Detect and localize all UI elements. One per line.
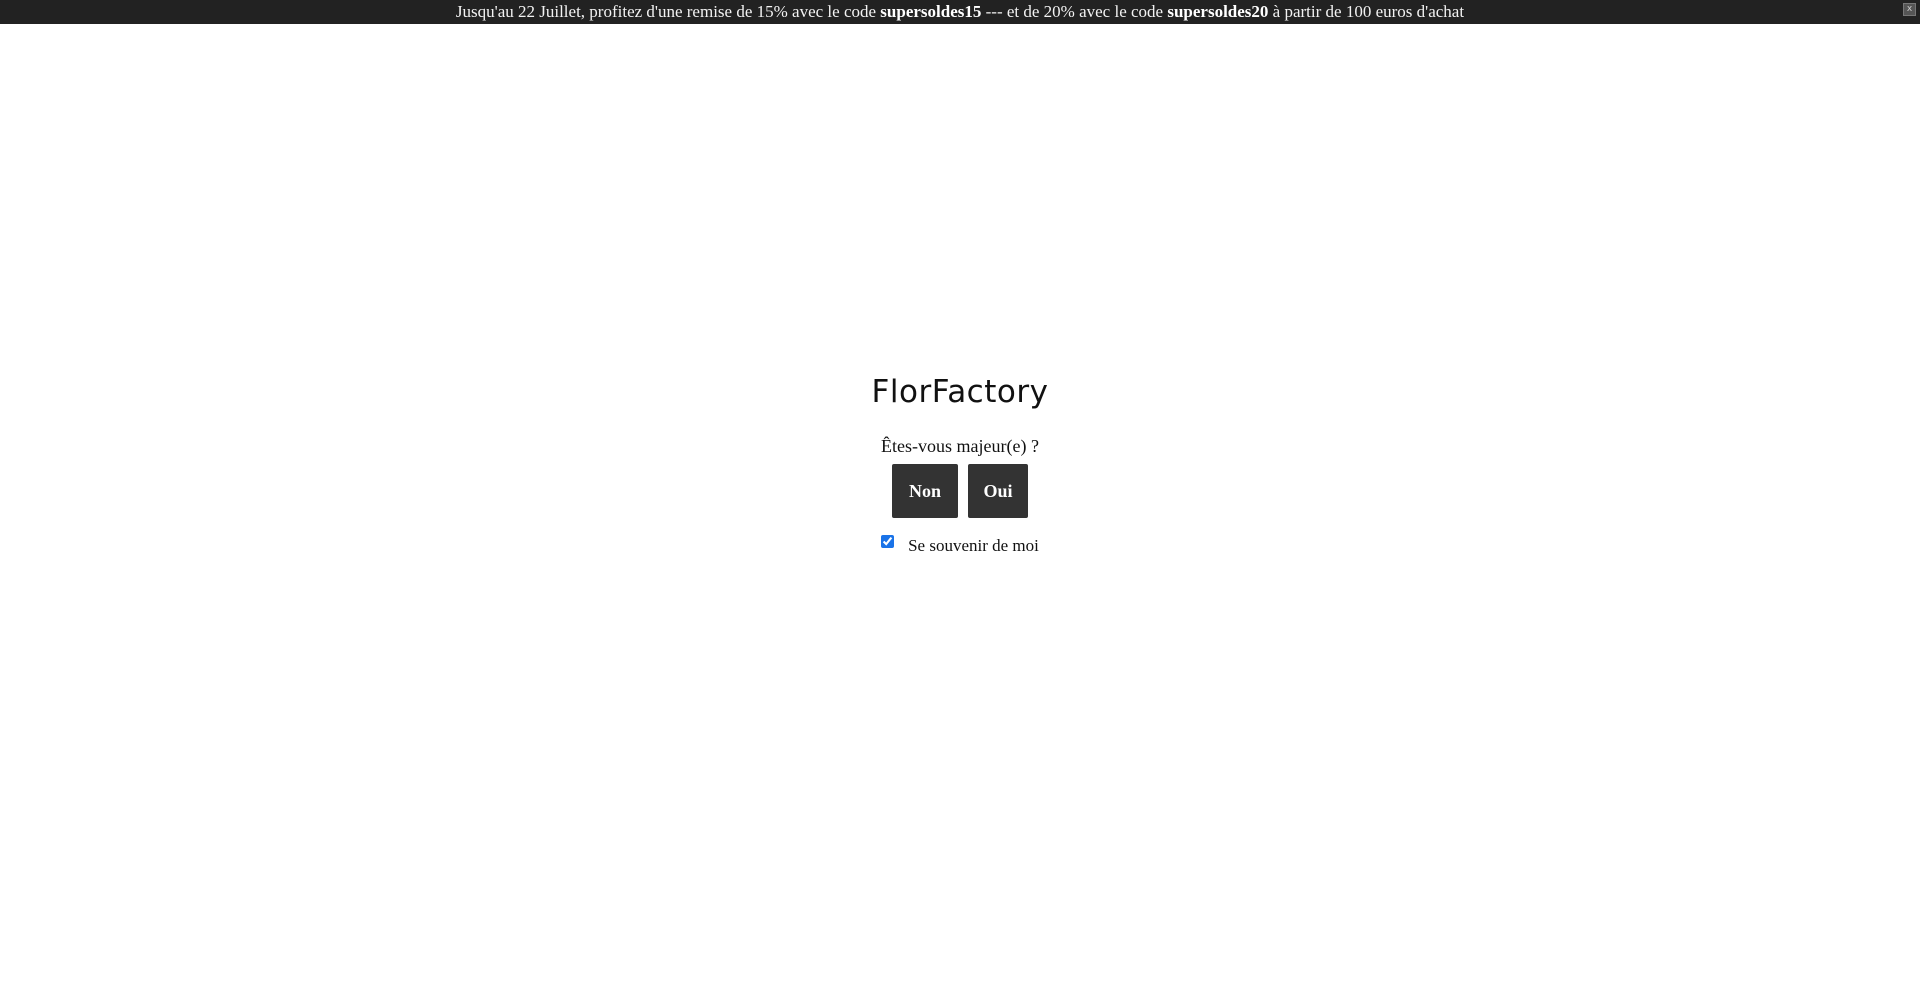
remember-me-checkbox[interactable] [881, 534, 895, 548]
promo-text-part-3: à partir de 100 euros d'achat [1268, 2, 1465, 21]
close-icon[interactable]: x [1903, 3, 1916, 16]
yes-button[interactable]: Oui [968, 464, 1028, 518]
promo-text-part-2: --- et de 20% avec le code [981, 2, 1168, 21]
answer-buttons: Non Oui [0, 464, 1920, 518]
age-verification-gate: FlorFactory Êtes-vous majeur(e) ? Non Ou… [0, 372, 1920, 556]
age-question: Êtes-vous majeur(e) ? [881, 436, 1039, 456]
brand-title: FlorFactory [871, 374, 1049, 410]
promo-text-part-1: Jusqu'au 22 Juillet, profitez d'une remi… [455, 2, 881, 21]
remember-me-label: Se souvenir de moi [908, 536, 1039, 555]
promo-code-15: supersoldes15 [880, 2, 982, 21]
promo-banner: Jusqu'au 22 Juillet, profitez d'une remi… [0, 0, 1920, 24]
no-button[interactable]: Non [892, 464, 958, 518]
remember-me-row[interactable]: Se souvenir de moi [0, 534, 1920, 556]
promo-code-20: supersoldes20 [1167, 2, 1269, 21]
